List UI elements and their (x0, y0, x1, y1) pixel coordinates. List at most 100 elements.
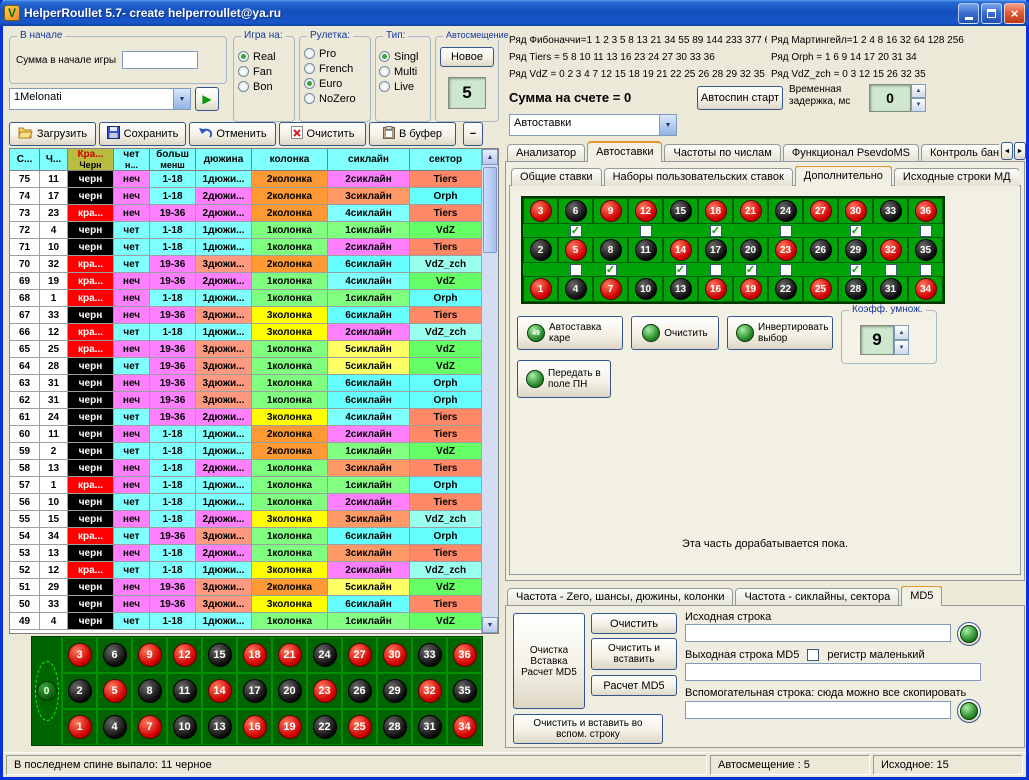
radio-french[interactable]: French (304, 61, 366, 76)
toolbar-button-3[interactable]: Отменить (189, 122, 276, 146)
radio-euro[interactable]: Euro (304, 76, 366, 91)
table-row-68[interactable]: 681кра...неч1-181дюжи...1колонка1сиклайн… (10, 290, 498, 307)
md5-clear-paste-aux-button[interactable]: Очистить и вставить во вспом. строку (513, 714, 663, 744)
new-shift-button[interactable]: Новое (440, 47, 494, 67)
table-row-75[interactable]: 7511черннеч1-181дюжи...2колонка2сиклайнT… (10, 171, 498, 188)
sub-tab-1[interactable]: Общие ставки (511, 168, 602, 186)
bet-number-26[interactable]: 26 (810, 239, 832, 261)
table-row-63[interactable]: 6331черннеч19-363дюжи...1колонка6сиклайн… (10, 375, 498, 392)
split-checkbox[interactable]: ✓ (675, 264, 687, 276)
table-row-61[interactable]: 6124чернчет19-362дюжи...3колонка4сиклайн… (10, 409, 498, 426)
split-checkbox[interactable]: ✓ (850, 264, 862, 276)
sub-tab-4[interactable]: Исходные строки МД (894, 168, 1019, 186)
bet-number-19[interactable]: 19 (740, 278, 762, 300)
md5-clear-button[interactable]: Очистить (591, 613, 677, 634)
send-to-pn-button[interactable]: Передать в поле ПН (517, 360, 611, 398)
chevron-down-icon[interactable]: ▼ (173, 89, 190, 109)
scrollbar-thumb[interactable] (483, 167, 497, 253)
autobet-kare-button[interactable]: 49 Автоставка каре (517, 316, 623, 350)
table-row-71[interactable]: 7110чернчет1-181дюжи...1колонка2сиклайнT… (10, 239, 498, 256)
table-row-64[interactable]: 6428чернчет19-363дюжи...1колонка5сиклайн… (10, 358, 498, 375)
bet-number-16[interactable]: 16 (705, 278, 727, 300)
main-tab-1[interactable]: Анализатор (507, 144, 585, 162)
close-button[interactable]: × (1004, 3, 1025, 24)
main-tab-4[interactable]: Функционал PsevdoMS (783, 144, 919, 162)
md5-aux-input[interactable] (685, 701, 951, 719)
invert-selection-button[interactable]: Инвертировать выбор (727, 316, 833, 350)
scrollbar-down-button[interactable]: ▼ (482, 617, 498, 633)
bet-number-20[interactable]: 20 (740, 239, 762, 261)
table-row-57[interactable]: 571кра...неч1-181дюжи...1колонка1сиклайн… (10, 477, 498, 494)
bet-number-30[interactable]: 30 (845, 200, 867, 222)
split-checkbox[interactable]: ✓ (745, 264, 757, 276)
bet-number-31[interactable]: 31 (880, 278, 902, 300)
bet-number-11[interactable]: 11 (635, 239, 657, 261)
bet-number-32[interactable]: 32 (880, 239, 902, 261)
minimize-button[interactable] (958, 3, 979, 24)
bet-number-14[interactable]: 14 (670, 239, 692, 261)
bet-number-6[interactable]: 6 (565, 200, 587, 222)
bet-number-29[interactable]: 29 (845, 239, 867, 261)
maximize-button[interactable] (981, 3, 1002, 24)
bet-number-12[interactable]: 12 (635, 200, 657, 222)
split-checkbox[interactable] (885, 264, 897, 276)
start-sum-input[interactable] (122, 51, 198, 69)
table-row-72[interactable]: 724чернчет1-181дюжи...1колонка1сиклайнVd… (10, 222, 498, 239)
freq-tab-1[interactable]: Частота - Zero, шансы, дюжины, колонки (507, 588, 733, 606)
delay-up-button[interactable]: ▲ (911, 84, 926, 98)
freq-tab-2[interactable]: Частота - сиклайны, сектора (735, 588, 899, 606)
md5-calc-button[interactable]: Расчет MD5 (591, 675, 677, 696)
table-row-52[interactable]: 5212кра...чет1-181дюжи...3колонка2сиклай… (10, 562, 498, 579)
scrollbar-up-button[interactable]: ▲ (482, 149, 498, 165)
md5-output-input[interactable] (685, 663, 981, 681)
bet-number-35[interactable]: 35 (915, 239, 937, 261)
bet-number-9[interactable]: 9 (600, 200, 622, 222)
bet-number-24[interactable]: 24 (775, 200, 797, 222)
bet-number-36[interactable]: 36 (915, 200, 937, 222)
toolbar-button-2[interactable]: Сохранить (99, 122, 186, 146)
bet-number-13[interactable]: 13 (670, 278, 692, 300)
bet-number-21[interactable]: 21 (740, 200, 762, 222)
autospin-start-button[interactable]: Автоспин старт (697, 86, 783, 110)
radio-real[interactable]: Real (238, 49, 290, 64)
split-checkbox[interactable] (780, 225, 792, 237)
split-checkbox[interactable] (570, 264, 582, 276)
bet-number-25[interactable]: 25 (810, 278, 832, 300)
table-row-51[interactable]: 5129черннеч19-363дюжи...2колонка5сиклайн… (10, 579, 498, 596)
bet-number-8[interactable]: 8 (600, 239, 622, 261)
split-checkbox[interactable] (920, 264, 932, 276)
sub-tab-3[interactable]: Дополнительно (795, 166, 892, 186)
main-tab-5[interactable]: Контроль банкрол (921, 144, 999, 162)
table-row-58[interactable]: 5813черннеч1-182дюжи...1колонка3сиклайнT… (10, 460, 498, 477)
tab-scroll-right-button[interactable]: ► (1014, 142, 1026, 160)
radio-bon[interactable]: Bon (238, 79, 290, 94)
bet-number-1[interactable]: 1 (530, 278, 552, 300)
coef-down-button[interactable]: ▼ (894, 340, 909, 355)
bet-number-15[interactable]: 15 (670, 200, 692, 222)
split-checkbox[interactable]: ✓ (570, 225, 582, 237)
table-row-62[interactable]: 6231черннеч19-363дюжи...1колонка6сиклайн… (10, 392, 498, 409)
table-row-59[interactable]: 592чернчет1-181дюжи...2колонка1сиклайнVd… (10, 443, 498, 460)
bet-number-2[interactable]: 2 (530, 239, 552, 261)
sub-tab-2[interactable]: Наборы пользовательских ставок (604, 168, 793, 186)
table-row-53[interactable]: 5313черннеч1-182дюжи...1колонка3сиклайнT… (10, 545, 498, 562)
table-row-60[interactable]: 6011черннеч1-181дюжи...2колонка2сиклайнT… (10, 426, 498, 443)
bet-number-10[interactable]: 10 (635, 278, 657, 300)
toolbar-button-5[interactable]: В буфер (369, 122, 456, 146)
freq-tab-3[interactable]: MD5 (901, 586, 942, 606)
table-row-70[interactable]: 7032кра...чет19-363дюжи...2колонка6сикла… (10, 256, 498, 273)
coef-up-button[interactable]: ▲ (894, 325, 909, 340)
bet-number-4[interactable]: 4 (565, 278, 587, 300)
bet-number-18[interactable]: 18 (705, 200, 727, 222)
bet-number-22[interactable]: 22 (775, 278, 797, 300)
preset-combobox[interactable]: 1Melonati ▼ (9, 88, 191, 110)
split-checkbox[interactable]: ✓ (710, 225, 722, 237)
split-checkbox[interactable] (780, 264, 792, 276)
main-tab-3[interactable]: Частоты по числам (664, 144, 780, 162)
radio-singl[interactable]: Singl (379, 49, 427, 64)
table-row-73[interactable]: 7323кра...неч19-362дюжи...2колонка4сикла… (10, 205, 498, 222)
table-scrollbar[interactable]: ▲ ▼ (481, 149, 498, 633)
split-checkbox[interactable] (640, 225, 652, 237)
radio-pro[interactable]: Pro (304, 46, 366, 61)
bet-number-3[interactable]: 3 (530, 200, 552, 222)
